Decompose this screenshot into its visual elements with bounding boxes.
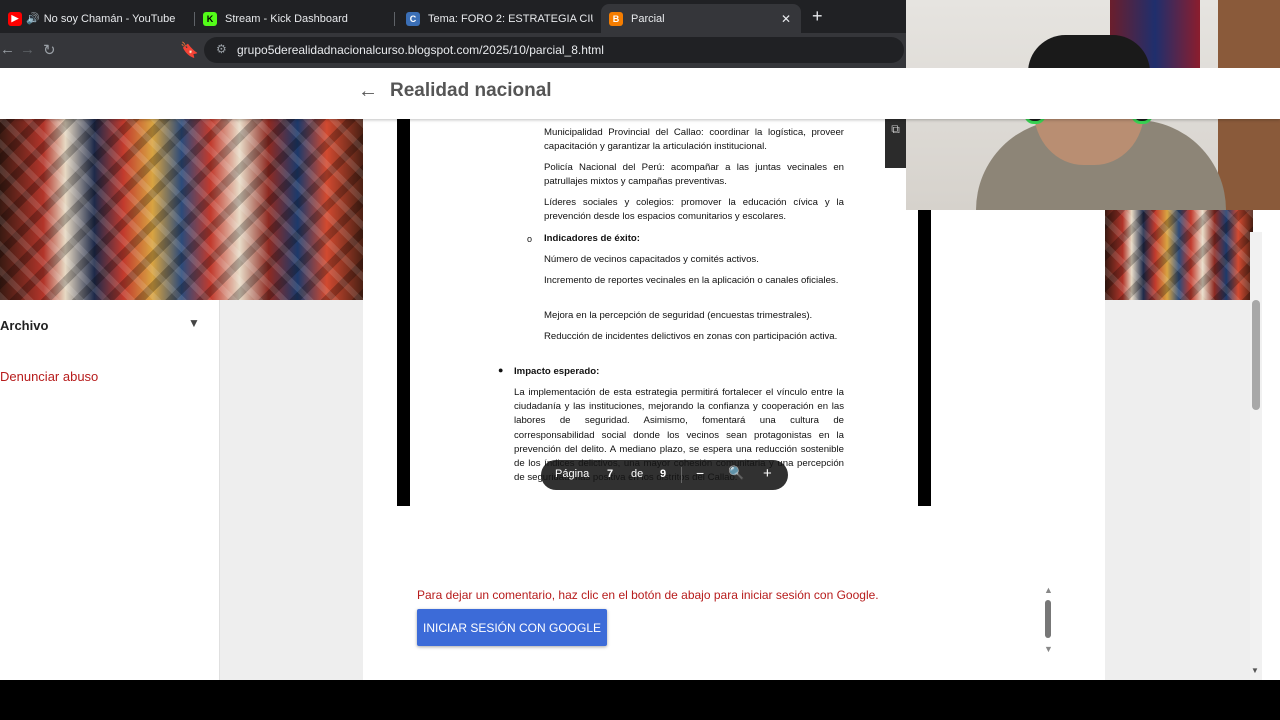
pdf-page-controls: Página 7 de 9 − 🔍 + [541,460,788,490]
bookmark-icon[interactable]: 🔖 [180,41,199,59]
tab-title: No soy Chamán - YouTube [43,12,176,25]
back-arrow-icon[interactable]: ← [358,80,378,103]
page-label: Página [555,468,590,480]
pdf-subheading: Impacto esperado: [514,366,600,377]
scroll-up-icon[interactable]: ▲ [1044,585,1053,595]
page-gutter-right [1105,300,1253,680]
youtube-icon: ▶ [8,11,22,26]
total-pages: 9 [660,468,667,480]
page-scroll-down-icon[interactable]: ▼ [1251,666,1259,675]
comment-login-hint: Para dejar un comentario, haz clic en el… [417,588,879,602]
canvas-icon: C [406,11,420,26]
tab-divider [394,12,395,26]
audio-icon: 🔊 [26,13,40,25]
pdf-list-item: Mejora en la percepción de seguridad (en… [544,310,813,321]
pdf-subheading: Indicadores de éxito: [544,233,640,244]
comment-scroll-thumb[interactable] [1045,600,1051,638]
tab-title: Stream - Kick Dashboard [225,12,348,25]
pdf-viewer[interactable]: Municipalidad Provincial del Callao: coo… [397,119,931,506]
tab-title: Tema: FORO 2: ESTRATEGIA CIUDADA [428,12,593,25]
letterbox-bar [0,680,1280,720]
zoom-out-icon[interactable]: − [696,465,704,481]
pdf-paragraph: Policía Nacional del Perú: acompañar a l… [544,162,844,188]
forward-icon[interactable]: → [20,41,35,58]
url-text: grupo5derealidadnacionalcurso.blogspot.c… [237,43,604,57]
tab-parcial[interactable]: B Parcial ✕ [601,4,801,33]
scroll-down-icon[interactable]: ▼ [1044,644,1053,654]
sidebar: Archivo ▼ Denunciar abuso [0,300,220,680]
page-gutter-left [220,300,363,680]
page-of-label: de [631,468,644,480]
zoom-in-icon[interactable]: + [763,465,772,482]
pdf-list-item: Número de vecinos capacitados y comités … [544,254,759,265]
pdf-page: Municipalidad Provincial del Callao: coo… [410,119,918,506]
kick-icon: K [203,11,217,26]
pdf-paragraph: Líderes sociales y colegios: promover la… [544,197,844,223]
address-bar[interactable]: ⚙ grupo5derealidadnacionalcurso.blogspot… [204,37,904,63]
current-page-input[interactable]: 7 [607,468,613,480]
tab-title: Parcial [631,12,665,25]
back-icon[interactable]: ← [0,41,15,58]
tab-foro[interactable]: C Tema: FORO 2: ESTRATEGIA CIUDADA [398,4,593,33]
blog-header: ← Realidad nacional [0,68,1280,119]
page-scroll-thumb[interactable] [1252,300,1260,410]
close-tab-icon[interactable]: ✕ [781,12,791,26]
bullet-icon: ● [498,365,504,375]
google-sign-in-button[interactable]: INICIAR SESIÓN CON GOOGLE [417,609,607,646]
pdf-paragraph: Municipalidad Provincial del Callao: coo… [544,127,844,153]
archive-label[interactable]: Archivo [0,318,48,333]
chevron-down-icon[interactable]: ▼ [188,316,200,330]
reload-icon[interactable]: ↻ [43,41,56,59]
report-abuse-link[interactable]: Denunciar abuso [0,369,98,384]
blogger-icon: B [609,11,623,26]
zoom-icon[interactable]: 🔍 [728,465,744,481]
pager-divider [681,467,682,483]
pdf-list-item: Reducción de incidentes delictivos en zo… [544,331,838,342]
banner-image-left [0,119,363,300]
screen: ▶ 🔊 No soy Chamán - YouTube K Stream - K… [0,0,1280,720]
circle-bullet-icon: o [527,234,533,244]
pdf-list-item: Incremento de reportes vecinales en la a… [544,275,839,286]
open-external-icon[interactable]: ⧉ [885,119,906,168]
blog-title[interactable]: Realidad nacional [390,80,552,102]
site-info-icon[interactable]: ⚙ [216,42,227,56]
tab-youtube[interactable]: ▶ 🔊 No soy Chamán - YouTube [0,4,195,33]
tab-kick[interactable]: K Stream - Kick Dashboard [195,4,395,33]
new-tab-icon[interactable]: + [812,6,823,27]
